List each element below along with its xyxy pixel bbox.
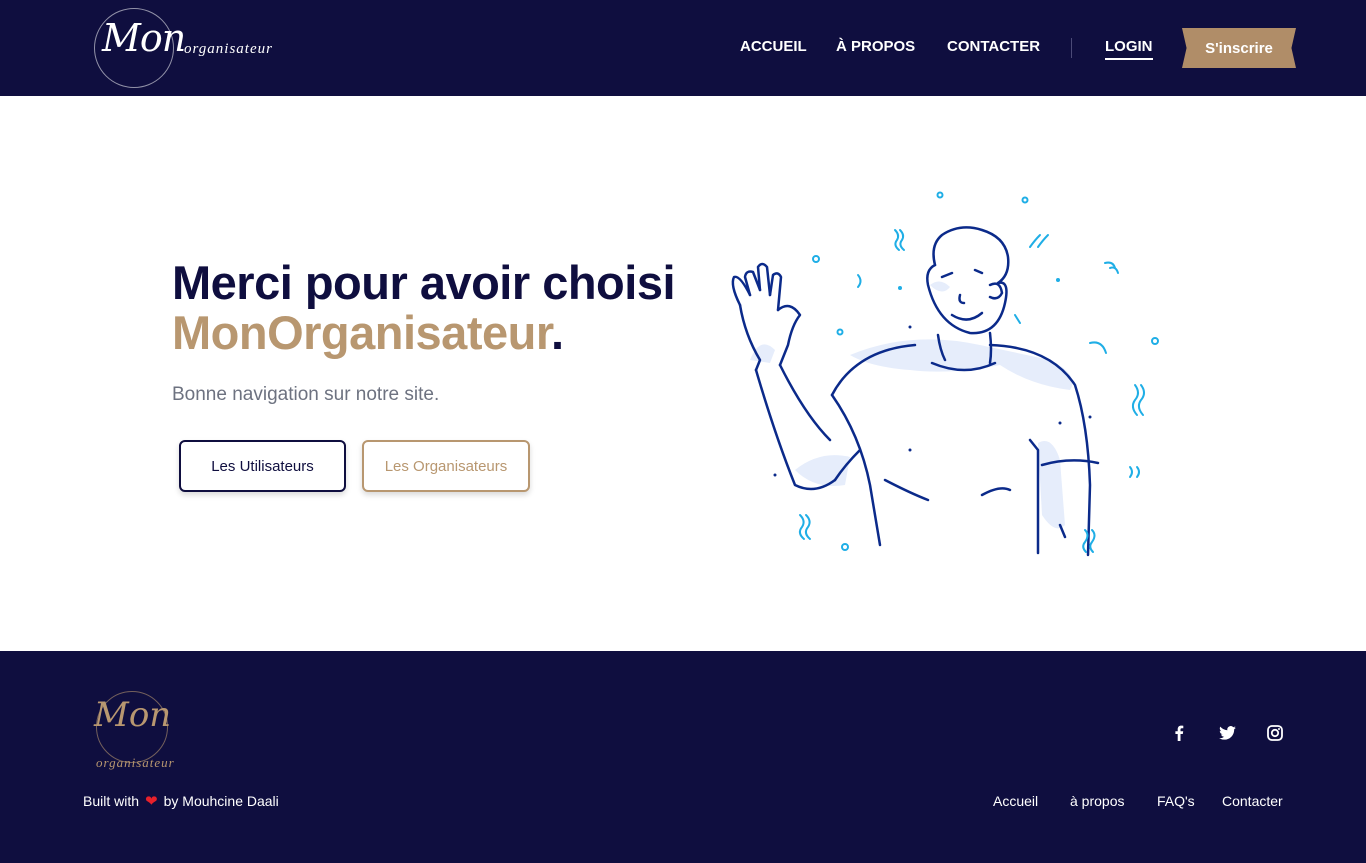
hero-title-line1: Merci pour avoir choisi [172, 256, 676, 309]
footer-link-faq[interactable]: FAQ's [1157, 793, 1195, 809]
footer-link-apropos[interactable]: à propos [1070, 793, 1124, 809]
footer-link-contacter[interactable]: Contacter [1222, 793, 1283, 809]
instagram-icon[interactable] [1265, 723, 1285, 743]
signup-button[interactable]: S'inscrire [1182, 28, 1296, 68]
hero-title-period: . [551, 306, 564, 359]
footer-logo-script: Mon [94, 695, 172, 735]
twitter-icon[interactable] [1217, 723, 1237, 743]
heart-icon: ❤ [145, 793, 158, 810]
hero-title-brand: MonOrganisateur [172, 306, 552, 359]
site-header: Mon organisateur ACCUEIL À PROPOS CONTAC… [0, 0, 1366, 96]
footer-link-accueil[interactable]: Accueil [993, 793, 1038, 809]
users-button[interactable]: Les Utilisateurs [179, 440, 346, 492]
nav-login[interactable]: LOGIN [1105, 38, 1153, 60]
logo-script: Mon [102, 16, 186, 60]
built-with-credit: Built with ❤ by Mouhcine Daali [83, 792, 279, 810]
logo-subtitle: organisateur [184, 41, 273, 57]
hero-subtitle: Bonne navigation sur notre site. [172, 384, 440, 405]
site-footer: Mon organisateur Built with ❤ by Mouhcin… [0, 651, 1366, 863]
nav-divider [1071, 38, 1072, 58]
footer-logo[interactable]: Mon organisateur [82, 689, 192, 773]
built-prefix: Built with [83, 793, 140, 809]
organizers-button[interactable]: Les Organisateurs [362, 440, 530, 492]
built-suffix: by Mouhcine Daali [163, 793, 279, 809]
nav-accueil[interactable]: ACCUEIL [740, 38, 807, 55]
footer-logo-subtitle: organisateur [96, 755, 175, 770]
facebook-icon[interactable] [1169, 723, 1189, 743]
nav-contacter[interactable]: CONTACTER [947, 38, 1040, 55]
nav-apropos[interactable]: À PROPOS [836, 38, 915, 55]
hero-title: Merci pour avoir choisi MonOrganisateur. [172, 256, 676, 359]
site-logo[interactable]: Mon organisateur [74, 6, 284, 90]
waving-man-illustration [731, 191, 1159, 557]
